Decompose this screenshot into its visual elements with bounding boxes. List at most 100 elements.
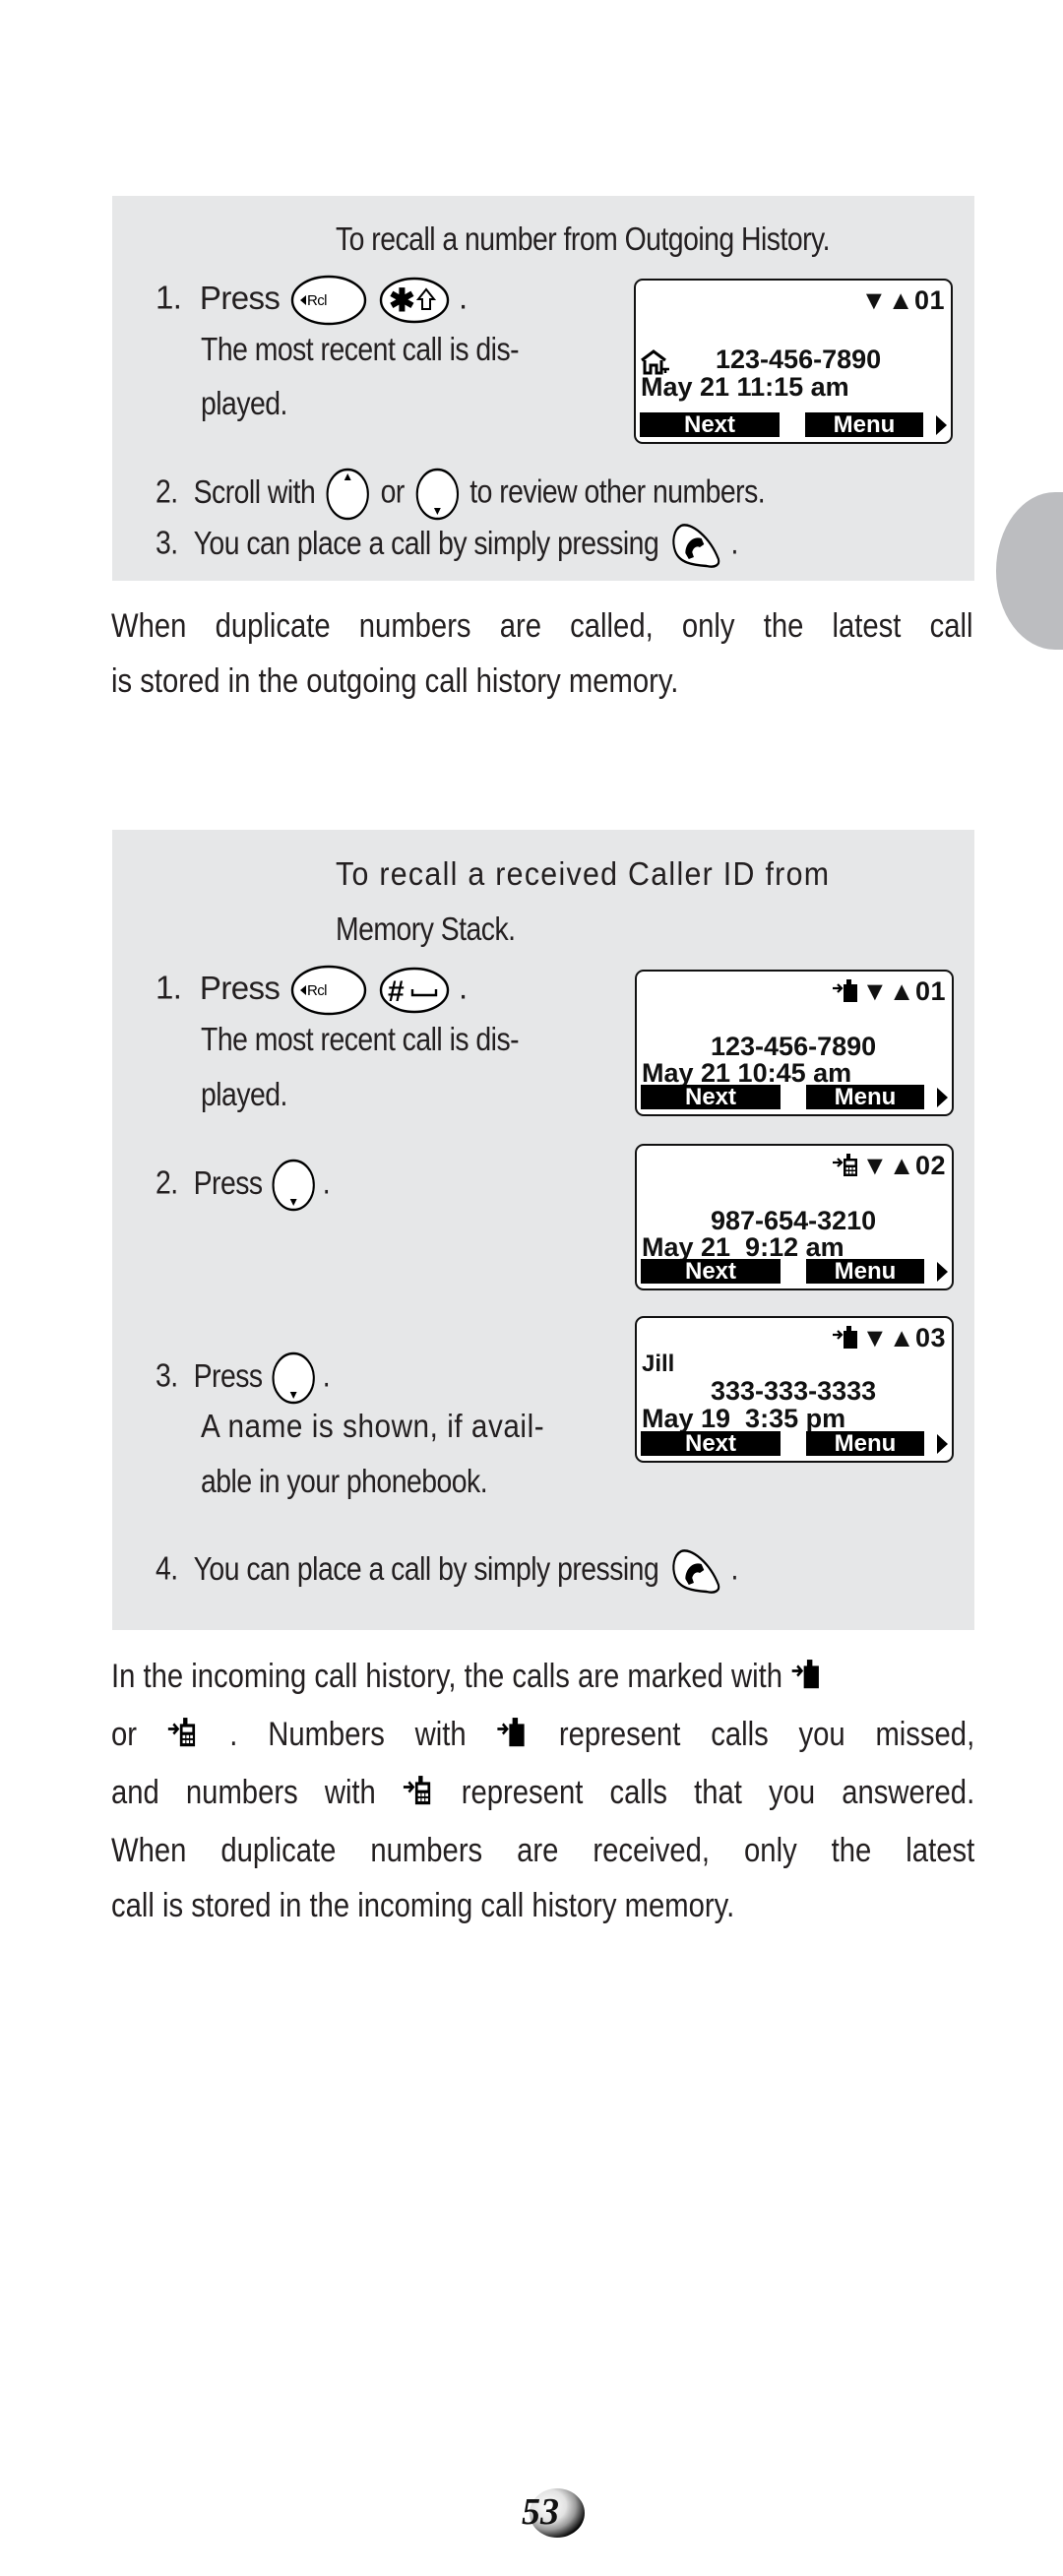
incoming-step-3: 3. Press . bbox=[156, 1351, 331, 1405]
incoming-note-line-3: and numbers with represent calls that yo… bbox=[111, 1765, 974, 1823]
chapter-side-tab bbox=[996, 492, 1063, 650]
lcd-index: ▼▲01 bbox=[861, 976, 946, 1006]
step-end: . bbox=[322, 1163, 331, 1201]
missed-call-icon bbox=[790, 1652, 823, 1707]
incoming-step-1-note-2: played. bbox=[201, 1076, 287, 1112]
incoming-heading-line-2: Memory Stack. bbox=[336, 911, 516, 947]
softkey-next[interactable]: Next bbox=[641, 1259, 781, 1285]
note-text: . Numbers with bbox=[229, 1716, 467, 1753]
outgoing-note-line-2: is stored in the outgoing call history m… bbox=[111, 662, 679, 700]
step-number: 4. bbox=[156, 1549, 178, 1587]
outgoing-heading: To recall a number from Outgoing History… bbox=[336, 220, 831, 257]
scroll-up-key-icon bbox=[326, 468, 370, 521]
step-number: 2. bbox=[156, 472, 178, 510]
outgoing-lcd-display: ▼▲01 123-456-7890 May 21 11:15 am Next M… bbox=[634, 279, 953, 444]
lcd-datetime: May 19 3:35 pm bbox=[642, 1404, 846, 1433]
incoming-lcd-display-3: ▼▲03 Jill 333-333-3333 May 19 3:35 pm Ne… bbox=[635, 1316, 954, 1463]
missed-call-icon bbox=[496, 1710, 529, 1765]
step-text: Press bbox=[199, 279, 281, 316]
answered-call-icon bbox=[403, 1768, 435, 1823]
svg-text:#: # bbox=[388, 975, 405, 1008]
page-number-badge: 53 bbox=[512, 2484, 594, 2540]
lcd-number: 123-456-7890 bbox=[711, 1032, 877, 1061]
outgoing-note-line-1: When duplicate numbers are called, only … bbox=[111, 607, 973, 645]
outgoing-step-1-note-2: played. bbox=[201, 385, 287, 421]
softkey-next[interactable]: Next bbox=[641, 1431, 781, 1457]
incoming-note-line-5: call is stored in the incoming call hist… bbox=[111, 1887, 735, 1924]
scroll-down-key-icon bbox=[415, 468, 460, 521]
lcd-datetime: May 21 10:45 am bbox=[642, 1058, 852, 1088]
lcd-datetime: May 21 11:15 am bbox=[641, 372, 849, 402]
incoming-note-line-1: In the incoming call history, the calls … bbox=[111, 1649, 974, 1707]
rcl-key-icon: Rcl bbox=[290, 965, 367, 1016]
talk-key-icon bbox=[671, 522, 723, 569]
right-arrow-icon bbox=[937, 1262, 948, 1282]
outgoing-step-2: 2. Scroll with or to review other number… bbox=[156, 468, 766, 521]
outgoing-step-1-note-1: The most recent call is dis- bbox=[201, 331, 520, 367]
step-end: . bbox=[459, 279, 468, 316]
talk-key-icon bbox=[671, 1547, 723, 1595]
step-end: . bbox=[730, 1549, 738, 1587]
page-number: 53 bbox=[522, 2491, 559, 2533]
lcd-number: 987-654-3210 bbox=[711, 1206, 877, 1235]
note-text: In the incoming call history, the calls … bbox=[111, 1658, 783, 1695]
step-end: . bbox=[730, 524, 738, 561]
lcd-index: ▼▲03 bbox=[861, 1323, 946, 1352]
incoming-step-2: 2. Press . bbox=[156, 1159, 331, 1212]
step-text: You can place a call by simply pressing bbox=[193, 524, 659, 561]
softkey-menu[interactable]: Menu bbox=[806, 1085, 924, 1110]
step-text-after: to review other numbers. bbox=[469, 472, 766, 510]
outgoing-note: When duplicate numbers are called, only … bbox=[111, 598, 972, 709]
incoming-note-line-4: When duplicate numbers are received, onl… bbox=[111, 1832, 975, 1869]
note-text: or bbox=[111, 1716, 138, 1753]
step-text-before: Scroll with bbox=[193, 472, 316, 510]
lcd-datetime: May 21 9:12 am bbox=[642, 1232, 844, 1262]
step-text: Press bbox=[193, 1163, 263, 1201]
softkey-next[interactable]: Next bbox=[640, 412, 780, 438]
step-text-middle: or bbox=[380, 472, 406, 510]
softkey-menu[interactable]: Menu bbox=[805, 412, 923, 438]
incoming-lcd-display-2: ▼▲02 987-654-3210 May 21 9:12 am Next Me… bbox=[635, 1144, 954, 1290]
softkey-menu[interactable]: Menu bbox=[806, 1259, 924, 1285]
svg-text:Rcl: Rcl bbox=[307, 982, 327, 999]
incoming-step-3-note-1: A name is shown, if avail- bbox=[201, 1408, 545, 1444]
right-arrow-icon bbox=[937, 1434, 948, 1454]
incoming-step-1: 1. Press Rcl # . bbox=[156, 965, 468, 1016]
step-number: 3. bbox=[156, 1356, 178, 1394]
lcd-index: ▼▲02 bbox=[861, 1151, 946, 1180]
step-end: . bbox=[322, 1356, 331, 1394]
answered-call-icon bbox=[167, 1710, 200, 1765]
step-number: 3. bbox=[156, 524, 178, 561]
svg-text:✱: ✱ bbox=[389, 283, 414, 318]
incoming-step-3-note-2: able in your phonebook. bbox=[201, 1463, 488, 1499]
softkey-menu[interactable]: Menu bbox=[806, 1431, 924, 1457]
svg-text:Rcl: Rcl bbox=[307, 292, 327, 309]
rcl-key-icon: Rcl bbox=[290, 275, 367, 326]
star-shift-key-icon: ✱ bbox=[379, 276, 450, 325]
note-text: represent calls that you answered. bbox=[461, 1774, 975, 1811]
outgoing-step-3: 3. You can place a call by simply pressi… bbox=[156, 522, 738, 569]
step-end: . bbox=[459, 969, 468, 1006]
answered-call-icon bbox=[832, 1152, 861, 1182]
missed-call-icon bbox=[832, 1324, 861, 1354]
softkey-next[interactable]: Next bbox=[641, 1085, 781, 1110]
step-number: 2. bbox=[156, 1163, 178, 1201]
step-text: Press bbox=[193, 1356, 263, 1394]
incoming-note: In the incoming call history, the calls … bbox=[111, 1649, 974, 1933]
missed-call-icon bbox=[832, 977, 861, 1008]
incoming-step-1-note-1: The most recent call is dis- bbox=[201, 1021, 520, 1057]
lcd-number: 123-456-7890 bbox=[716, 345, 882, 374]
pound-space-key-icon: # bbox=[379, 966, 450, 1015]
incoming-lcd-display-1: ▼▲01 123-456-7890 May 21 10:45 am Next M… bbox=[635, 970, 954, 1116]
step-number: 1. bbox=[156, 969, 182, 1006]
incoming-step-4: 4. You can place a call by simply pressi… bbox=[156, 1547, 738, 1595]
incoming-heading-line-1: To recall a received Caller ID from bbox=[336, 855, 831, 892]
lcd-index: ▼▲01 bbox=[860, 285, 945, 315]
scroll-down-key-icon bbox=[272, 1351, 316, 1405]
incoming-note-line-2: or . Numbers with represent calls you mi… bbox=[111, 1707, 974, 1765]
step-text: You can place a call by simply pressing bbox=[193, 1549, 659, 1587]
right-arrow-icon bbox=[937, 1088, 948, 1107]
lcd-number: 333-333-3333 bbox=[711, 1376, 877, 1406]
lcd-caller-name: Jill bbox=[642, 1351, 675, 1377]
scroll-down-key-icon bbox=[272, 1159, 316, 1212]
